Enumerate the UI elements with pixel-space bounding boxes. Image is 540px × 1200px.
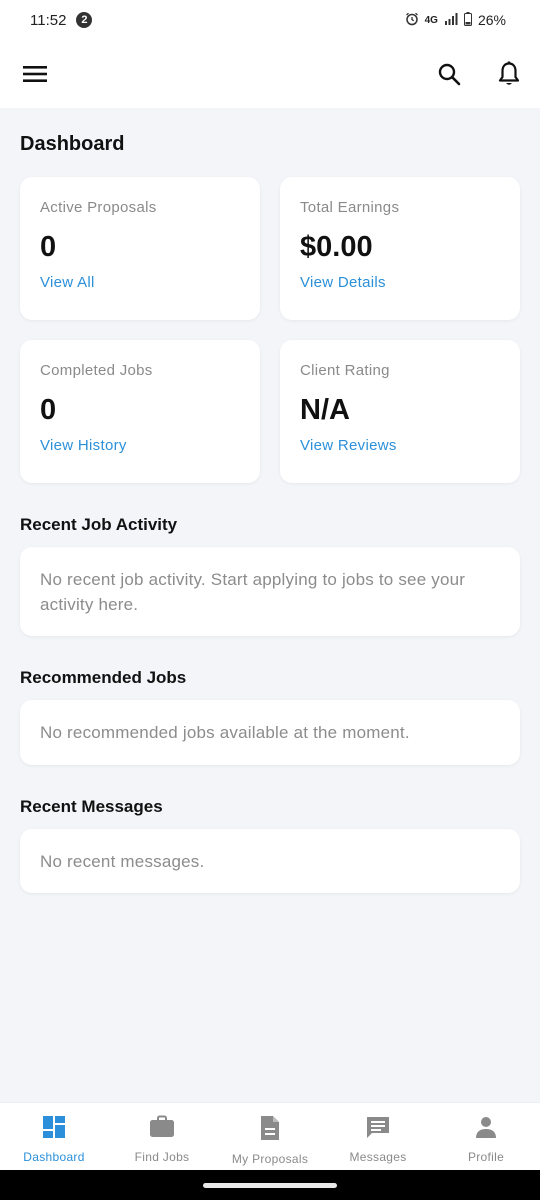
stat-value: N/A [300,394,350,426]
recent-messages-empty-text: No recent messages. [40,852,205,871]
stat-label: Total Earnings [300,199,400,216]
message-icon [365,1115,391,1144]
network-type: 4G [424,14,438,26]
alarm-icon [405,12,419,29]
nav-label: Profile [467,1150,505,1164]
section-title-recommended-jobs: Recommended Jobs [20,668,187,687]
nav-item-profile[interactable]: Profile [432,1103,540,1170]
section-title-recent-messages: Recent Messages [20,797,163,816]
nav-label: My Proposals [231,1152,309,1166]
dashboard-icon [42,1115,66,1144]
battery-icon [463,11,472,29]
briefcase-icon [149,1115,175,1144]
signal-icon [444,12,458,28]
status-time: 11:52 [30,11,67,29]
person-icon [474,1115,498,1144]
recent-activity-card: No recent job activity. Start applying t… [20,547,520,636]
view-details-link[interactable]: View Details [300,274,386,291]
nav-item-messages[interactable]: Messages [324,1103,432,1170]
nav-label: Dashboard [23,1150,85,1164]
stat-value: 0 [40,394,57,426]
app-bar [0,40,540,108]
nav-label: Find Jobs [134,1150,190,1164]
document-icon [259,1115,281,1146]
battery-level: 26% [477,12,506,28]
nav-item-find-jobs[interactable]: Find Jobs [108,1103,216,1170]
system-gesture-bar [0,1170,540,1200]
stat-label: Active Proposals [40,199,157,216]
stat-value: $0.00 [300,231,373,263]
stat-label: Completed Jobs [40,362,153,379]
stat-value: 0 [40,231,57,263]
view-all-link[interactable]: View All [40,274,95,291]
page-title: Dashboard [20,133,125,155]
stat-card-completed-jobs: Completed Jobs 0 View History [20,340,260,483]
recent-messages-card: No recent messages. [20,829,520,893]
nav-label: Messages [349,1150,407,1164]
status-bar: 11:52 2 4G 26% [0,0,540,40]
stat-card-active-proposals: Active Proposals 0 View All [20,177,260,320]
view-history-link[interactable]: View History [40,437,127,454]
stats-grid: Active Proposals 0 View All Total Earnin… [20,177,520,483]
menu-icon[interactable] [22,61,48,87]
recommended-jobs-empty-text: No recommended jobs available at the mom… [40,723,410,742]
stat-card-client-rating: Client Rating N/A View Reviews [280,340,520,483]
bell-icon[interactable] [496,61,522,87]
nav-item-my-proposals[interactable]: My Proposals [216,1103,324,1170]
dashboard-content: Dashboard Active Proposals 0 View All To… [20,108,520,893]
view-reviews-link[interactable]: View Reviews [300,437,397,454]
search-icon[interactable] [436,61,462,87]
recent-activity-empty-text: No recent job activity. Start applying t… [40,570,466,614]
nav-item-dashboard[interactable]: Dashboard [0,1103,108,1170]
stat-label: Client Rating [300,362,390,379]
gesture-handle[interactable] [203,1183,337,1188]
recommended-jobs-card: No recommended jobs available at the mom… [20,700,520,765]
notification-count-badge: 2 [76,12,93,28]
stat-card-total-earnings: Total Earnings $0.00 View Details [280,177,520,320]
section-title-recent-activity: Recent Job Activity [20,515,178,534]
bottom-navigation: Dashboard Find Jobs My Proposals Message… [0,1102,540,1170]
